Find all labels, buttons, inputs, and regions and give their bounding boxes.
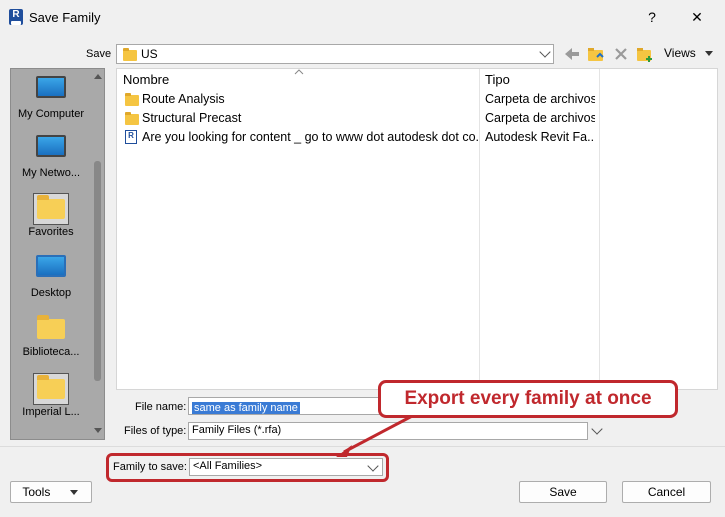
folder-icon (37, 195, 65, 219)
place-label: My Computer (17, 108, 85, 120)
item-name: Structural Precast (142, 111, 242, 125)
network-icon (36, 135, 66, 157)
help-button[interactable]: ? (641, 6, 663, 28)
views-label: Views (664, 46, 696, 60)
annotation-arrow (336, 412, 417, 457)
place-label: Imperial L... (22, 406, 80, 418)
views-menu[interactable]: Views (664, 46, 715, 60)
up-folder-icon[interactable] (587, 44, 605, 64)
place-favorites[interactable]: Favorites (10, 193, 92, 238)
scroll-down-icon[interactable] (91, 426, 105, 436)
file-name-label: File name: (135, 401, 187, 413)
folder-icon (37, 315, 65, 339)
place-label: Desktop (30, 287, 72, 299)
item-type: Carpeta de archivos (485, 111, 595, 125)
place-label: Biblioteca... (22, 346, 80, 358)
title-bar (0, 0, 725, 35)
item-type: Carpeta de archivos (485, 92, 595, 106)
desktop-icon (36, 255, 66, 277)
tools-label: Tools (22, 485, 51, 499)
computer-icon (36, 76, 66, 98)
place-my-computer[interactable]: My Computer (10, 76, 92, 120)
caret-down-icon (705, 51, 714, 56)
scroll-thumb[interactable] (94, 161, 101, 381)
list-item[interactable]: Route Analysis Carpeta de archivos (117, 90, 717, 109)
place-biblioteca[interactable]: Biblioteca... (10, 314, 92, 358)
delete-icon[interactable] (612, 44, 630, 64)
folder-icon (37, 375, 65, 399)
column-header-type[interactable]: Tipo (485, 72, 510, 87)
places-scrollbar[interactable] (91, 68, 105, 440)
caret-down-icon (69, 490, 78, 495)
list-item[interactable]: Structural Precast Carpeta de archivos (117, 109, 717, 128)
back-icon[interactable] (563, 44, 581, 64)
window-title: Save Family (29, 10, 101, 25)
list-item[interactable]: R Are you looking for content _ go to ww… (117, 128, 717, 147)
place-label: Favorites (28, 226, 74, 238)
location-combo[interactable]: US (116, 44, 554, 64)
sort-ascending-icon (294, 69, 304, 75)
item-type: Autodesk Revit Fa... (485, 130, 595, 144)
folder-icon (123, 48, 137, 61)
chevron-down-icon (591, 423, 603, 435)
close-button[interactable]: ✕ (686, 6, 708, 28)
place-imperial-library[interactable]: Imperial L... (10, 373, 92, 418)
scroll-up-icon[interactable] (91, 72, 105, 82)
place-my-network[interactable]: My Netwo... (10, 135, 92, 179)
new-folder-icon[interactable] (636, 44, 654, 64)
save-button[interactable]: Save (519, 481, 607, 503)
tools-button[interactable]: Tools (10, 481, 92, 503)
annotation-callout: Export every family at once (378, 380, 678, 418)
item-name: Are you looking for content _ go to www … (142, 130, 480, 144)
files-of-type-value: Family Files (*.rfa) (192, 424, 282, 436)
revit-file-icon: R (125, 130, 137, 144)
place-desktop[interactable]: Desktop (10, 255, 92, 299)
place-label: My Netwo... (21, 167, 81, 179)
file-name-value: same as family name (192, 402, 300, 414)
folder-icon (125, 112, 139, 125)
chevron-down-icon (539, 46, 551, 58)
cancel-button[interactable]: Cancel (622, 481, 711, 503)
column-header-name[interactable]: Nombre (123, 72, 169, 87)
file-list[interactable]: Nombre Tipo Route Analysis Carpeta de ar… (116, 68, 718, 390)
location-value: US (141, 47, 158, 61)
folder-icon (125, 93, 139, 106)
files-of-type-dropdown[interactable] (588, 422, 606, 440)
files-of-type-label: Files of type: (124, 425, 187, 437)
item-name: Route Analysis (142, 92, 225, 106)
revit-app-icon: R (9, 9, 23, 25)
save-in-label: Save (86, 48, 112, 60)
